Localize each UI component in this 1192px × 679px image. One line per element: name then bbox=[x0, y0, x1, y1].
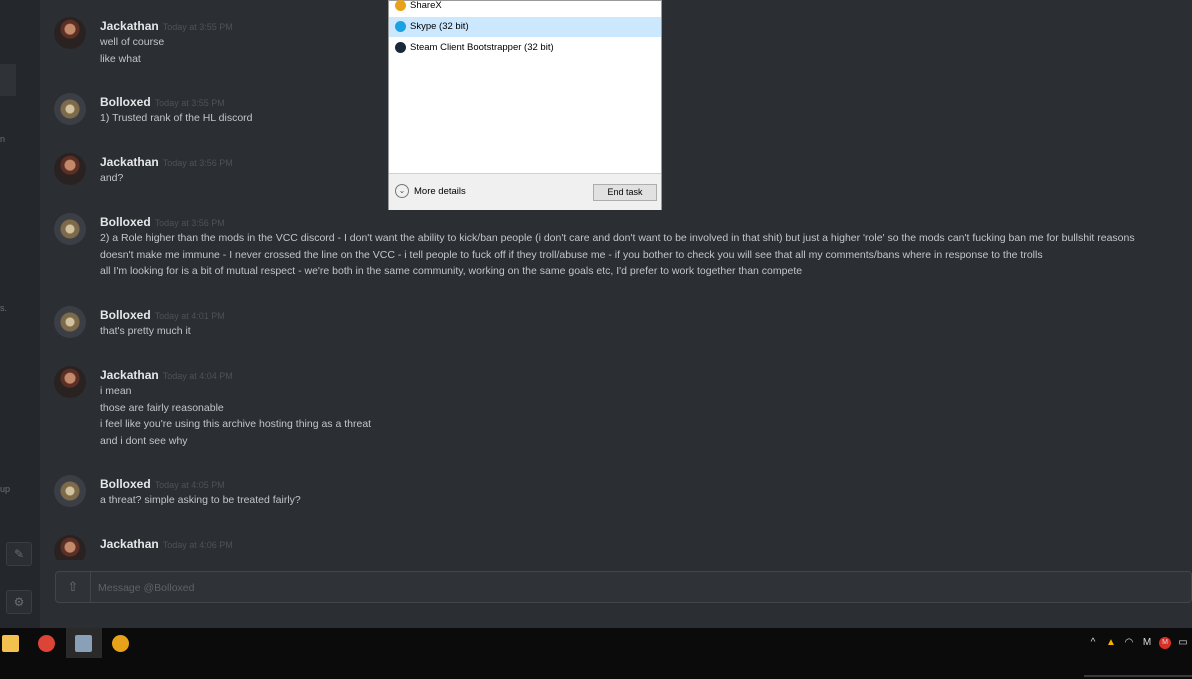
task-manager-window: ShareX Skype (32 bit) Steam Client Bootstr… bbox=[388, 0, 662, 210]
timestamp: Today at 4:05 PM bbox=[154, 480, 225, 490]
author-name[interactable]: Jackathan bbox=[100, 368, 159, 382]
timestamp: Today at 3:55 PM bbox=[162, 22, 233, 32]
avatar[interactable] bbox=[54, 366, 86, 398]
chevron-down-icon: ⌄ bbox=[395, 184, 409, 199]
message-body: Jackathan Today at 3:56 PM and? bbox=[100, 153, 233, 187]
wifi-icon[interactable]: ◠ bbox=[1123, 637, 1135, 649]
left-sidebar: n s. up ✎ ⚙ bbox=[0, 0, 40, 628]
author-name[interactable]: Bolloxed bbox=[100, 477, 151, 491]
task-manager-icon bbox=[75, 635, 92, 652]
steam-icon bbox=[395, 42, 406, 53]
process-name: ShareX bbox=[410, 0, 442, 11]
author-name[interactable]: Bolloxed bbox=[100, 95, 151, 109]
author-name[interactable]: Jackathan bbox=[100, 537, 159, 551]
message-text: all I'm looking for is a bit of mutual r… bbox=[100, 265, 803, 277]
message-header: Jackathan Today at 3:55 PM bbox=[100, 17, 233, 34]
avatar[interactable] bbox=[54, 306, 86, 338]
message-header: Bolloxed Today at 3:56 PM bbox=[100, 213, 1135, 230]
message-text: like what bbox=[100, 52, 141, 65]
author-name[interactable]: Jackathan bbox=[100, 155, 159, 169]
message-text: 1) Trusted rank of the HL discord bbox=[100, 112, 253, 124]
avatar[interactable] bbox=[54, 475, 86, 507]
avatar[interactable] bbox=[54, 93, 86, 125]
upload-icon[interactable]: ⇧ bbox=[56, 572, 91, 602]
sharex-icon bbox=[112, 635, 129, 652]
screen-icon[interactable]: ▭ bbox=[1177, 637, 1189, 649]
message-text: well of course bbox=[100, 36, 165, 48]
message-composer[interactable]: ⇧ bbox=[55, 571, 1192, 604]
avatar[interactable] bbox=[54, 213, 86, 245]
avatar[interactable] bbox=[54, 17, 86, 49]
message-text: doesn't make me immune - I never crossed… bbox=[100, 248, 1043, 261]
settings-icon[interactable]: ⚙ bbox=[6, 590, 32, 614]
timestamp: Today at 4:01 PM bbox=[154, 311, 225, 321]
message-body: Bolloxed Today at 4:01 PM that's pretty mu… bbox=[100, 306, 225, 340]
message-body: Bolloxed Today at 3:55 PM 1) Trusted rank … bbox=[100, 93, 253, 127]
timestamp: Today at 3:56 PM bbox=[162, 158, 233, 168]
message-text: a threat? simple asking to be treated fa… bbox=[100, 494, 301, 506]
process-row[interactable]: Skype (32 bit) bbox=[389, 17, 661, 37]
sidebar-fragment: n bbox=[0, 134, 6, 144]
google-drive-icon[interactable]: ▲ bbox=[1105, 637, 1117, 649]
message-text: i feel like you're using this archive ho… bbox=[100, 418, 372, 430]
avatar[interactable] bbox=[54, 535, 86, 560]
process-name: Skype (32 bit) bbox=[410, 21, 469, 32]
message-text: 2) a Role higher than the mods in the VC… bbox=[100, 232, 1135, 244]
message-body: Jackathan Today at 3:55 PM well of course l… bbox=[100, 17, 233, 67]
task-manager-footer: ⌄ More details End task bbox=[389, 173, 661, 210]
pen-icon[interactable]: ✎ bbox=[6, 542, 32, 566]
message-text: i mean bbox=[100, 385, 132, 397]
taskbar-app[interactable] bbox=[103, 628, 139, 658]
process-row[interactable]: Steam Client Bootstrapper (32 bit) bbox=[389, 38, 661, 58]
timestamp: Today at 4:06 PM bbox=[162, 540, 233, 550]
timestamp: Today at 3:55 PM bbox=[154, 98, 225, 108]
message-input[interactable] bbox=[96, 572, 1180, 604]
end-task-button[interactable]: End task bbox=[593, 184, 657, 201]
taskbar: ^ ▲ ◠ M M ▭ bbox=[0, 628, 1192, 679]
message-text: that's pretty much it bbox=[100, 325, 191, 337]
message-header: Bolloxed Today at 3:55 PM bbox=[100, 93, 253, 110]
taskbar-divider bbox=[1084, 675, 1192, 677]
author-name[interactable]: Bolloxed bbox=[100, 215, 151, 229]
more-details-button[interactable]: ⌄ More details bbox=[395, 184, 466, 200]
message-text: and? bbox=[100, 172, 124, 184]
timestamp: Today at 4:04 PM bbox=[162, 371, 233, 381]
message-text: and i dont see why bbox=[100, 434, 188, 447]
message-header: Bolloxed Today at 4:01 PM bbox=[100, 306, 225, 323]
file-explorer-icon bbox=[2, 635, 19, 652]
message-text: those are fairly reasonable bbox=[100, 401, 224, 414]
message-header: Bolloxed Today at 4:05 PM bbox=[100, 475, 301, 492]
message-header: Jackathan Today at 4:06 PM bbox=[100, 535, 233, 552]
message-body: Jackathan Today at 4:06 PM bbox=[100, 535, 233, 552]
process-row[interactable]: ShareX bbox=[389, 0, 661, 16]
avatar[interactable] bbox=[54, 153, 86, 185]
process-name: Steam Client Bootstrapper (32 bit) bbox=[410, 42, 554, 53]
sidebar-fragment: s. bbox=[0, 303, 8, 313]
message-body: Jackathan Today at 4:04 PM i mean those are… bbox=[100, 366, 371, 449]
gmail-icon[interactable]: M bbox=[1159, 637, 1171, 649]
sharex-icon bbox=[395, 0, 406, 11]
message-header: Jackathan Today at 3:56 PM bbox=[100, 153, 233, 170]
more-details-label: More details bbox=[414, 186, 466, 197]
message-body: Bolloxed Today at 3:56 PM 2) a Role higher… bbox=[100, 213, 1135, 280]
author-name[interactable]: Bolloxed bbox=[100, 308, 151, 322]
message-header: Jackathan Today at 4:04 PM bbox=[100, 366, 371, 383]
mail-icon[interactable]: M bbox=[1141, 637, 1153, 649]
timestamp: Today at 3:56 PM bbox=[154, 218, 225, 228]
sidebar-highlight bbox=[0, 64, 16, 96]
skype-icon bbox=[395, 21, 406, 32]
chevron-up-icon[interactable]: ^ bbox=[1087, 637, 1099, 649]
system-tray: ^ ▲ ◠ M M ▭ bbox=[1084, 635, 1192, 651]
author-name[interactable]: Jackathan bbox=[100, 19, 159, 33]
message-body: Bolloxed Today at 4:05 PM a threat? simple… bbox=[100, 475, 301, 509]
taskbar-app[interactable] bbox=[66, 628, 102, 658]
chrome-icon bbox=[38, 635, 55, 652]
sidebar-fragment[interactable]: up bbox=[0, 484, 10, 494]
taskbar-app[interactable] bbox=[0, 628, 36, 658]
